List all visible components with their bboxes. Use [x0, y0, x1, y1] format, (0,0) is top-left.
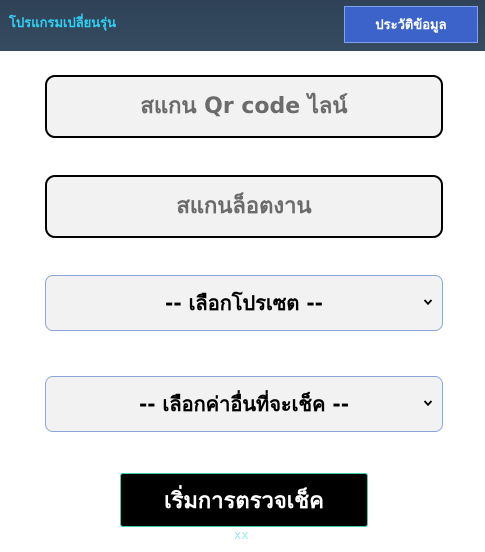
other-check-select[interactable]: -- เลือกค่าอื่นที่จะเช็ค --	[45, 376, 443, 432]
chevron-down-icon	[423, 299, 433, 306]
footer-text: xx	[234, 528, 249, 542]
start-check-button[interactable]: เริ่มการตรวจเช็ค	[120, 473, 368, 527]
preset-select-value: -- เลือกโปรเซต --	[165, 291, 323, 315]
other-check-select-value: -- เลือกค่าอื่นที่จะเช็ค --	[138, 392, 350, 416]
qr-line-input[interactable]	[45, 75, 443, 138]
lot-scan-input[interactable]	[45, 175, 443, 238]
history-button[interactable]: ประวัติข้อมูล	[344, 6, 478, 43]
top-bar: โปรแกรมเปลี่ยนรุ่น ประวัติข้อมูล	[0, 0, 485, 51]
preset-select[interactable]: -- เลือกโปรเซต --	[45, 275, 443, 331]
chevron-down-icon	[423, 400, 433, 407]
app-title: โปรแกรมเปลี่ยนรุ่น	[9, 16, 117, 31]
